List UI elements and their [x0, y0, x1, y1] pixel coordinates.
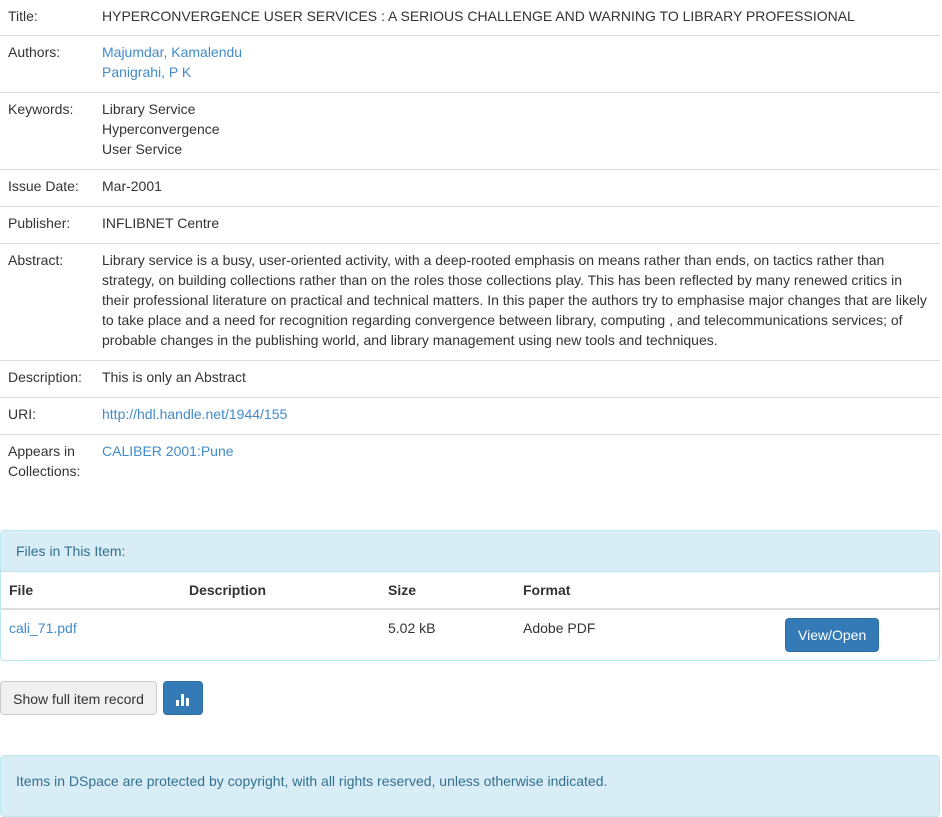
file-link[interactable]: cali_71.pdf — [9, 620, 77, 636]
author-link[interactable]: Majumdar, Kamalendu — [102, 42, 932, 62]
view-open-button[interactable]: View/Open — [785, 618, 880, 652]
item-metadata-table: Title: HYPERCONVERGENCE USER SERVICES : … — [0, 0, 940, 491]
column-header-size: Size — [380, 572, 515, 610]
file-format-cell: Adobe PDF — [523, 620, 596, 636]
show-full-item-record-button[interactable]: Show full item record — [0, 681, 157, 715]
collections-label-line: Appears in — [8, 442, 75, 459]
files-panel: Files in This Item: File Description Siz… — [0, 530, 940, 661]
keyword: Hyperconvergence — [102, 120, 220, 137]
bar-chart-icon — [176, 694, 190, 707]
uri-link[interactable]: http://hdl.handle.net/1944/155 — [102, 406, 287, 422]
column-header-format: Format — [515, 572, 767, 610]
issue-date-value: Mar-2001 — [94, 168, 940, 206]
metadata-row-description: Description: This is only an Abstract — [0, 359, 940, 397]
metadata-row-keywords: Keywords: Library Service Hyperconvergen… — [0, 91, 940, 169]
publisher-label: Publisher: — [0, 205, 94, 243]
metadata-row-abstract: Abstract: Library service is a busy, use… — [0, 242, 940, 360]
authors-label: Authors: — [0, 34, 94, 92]
keyword: Library Service — [102, 100, 196, 117]
metadata-row-publisher: Publisher: INFLIBNET Centre — [0, 205, 940, 243]
keyword: User Service — [102, 140, 183, 157]
files-panel-heading: Files in This Item: — [1, 531, 939, 572]
metadata-row-collections: Appears in Collections: CALIBER 2001:Pun… — [0, 433, 940, 491]
issue-date-label: Issue Date: — [0, 168, 94, 206]
item-actions: Show full item record — [0, 681, 203, 715]
file-action-cell: View/Open — [767, 609, 939, 660]
uri-value: http://hdl.handle.net/1944/155 — [94, 396, 940, 434]
authors-value: Majumdar, Kamalendu Panigrahi, P K — [94, 34, 940, 92]
collection-link[interactable]: CALIBER 2001:Pune — [102, 443, 234, 459]
files-table: File Description Size Format cali_71.pdf… — [1, 572, 939, 660]
publisher-value: INFLIBNET Centre — [94, 205, 940, 243]
statistics-button[interactable] — [162, 681, 203, 715]
column-header-file: File — [1, 572, 181, 610]
metadata-row-issue-date: Issue Date: Mar-2001 — [0, 168, 940, 206]
description-label: Description: — [0, 359, 94, 397]
collections-value: CALIBER 2001:Pune — [94, 433, 940, 491]
author-link[interactable]: Panigrahi, P K — [102, 62, 932, 82]
column-header-description: Description — [181, 572, 380, 610]
file-description-cell — [181, 609, 380, 660]
metadata-row-uri: URI: http://hdl.handle.net/1944/155 — [0, 396, 940, 434]
column-header-action — [767, 572, 939, 610]
table-row: cali_71.pdf 5.02 kB Adobe PDF View/Open — [1, 609, 939, 660]
metadata-row-title: Title: HYPERCONVERGENCE USER SERVICES : … — [0, 0, 940, 35]
metadata-row-authors: Authors: Majumdar, Kamalendu Panigrahi, … — [0, 34, 940, 92]
files-table-header: File Description Size Format — [1, 572, 939, 610]
description-value: This is only an Abstract — [94, 359, 940, 397]
file-size-cell: 5.02 kB — [388, 620, 436, 636]
uri-label: URI: — [0, 396, 94, 434]
file-cell: cali_71.pdf — [1, 609, 181, 660]
collections-label: Appears in Collections: — [0, 433, 94, 491]
copyright-notice-panel: Items in DSpace are protected by copyrig… — [0, 755, 940, 817]
abstract-label: Abstract: — [0, 242, 94, 360]
title-label: Title: — [8, 8, 38, 24]
title-value: HYPERCONVERGENCE USER SERVICES : A SERIO… — [102, 8, 855, 24]
abstract-value: Library service is a busy, user-oriented… — [94, 242, 940, 360]
keywords-value: Library Service Hyperconvergence User Se… — [94, 91, 940, 169]
keywords-label: Keywords: — [0, 91, 94, 169]
copyright-notice: Items in DSpace are protected by copyrig… — [16, 773, 608, 789]
collections-label-line: Collections: — [8, 462, 81, 479]
